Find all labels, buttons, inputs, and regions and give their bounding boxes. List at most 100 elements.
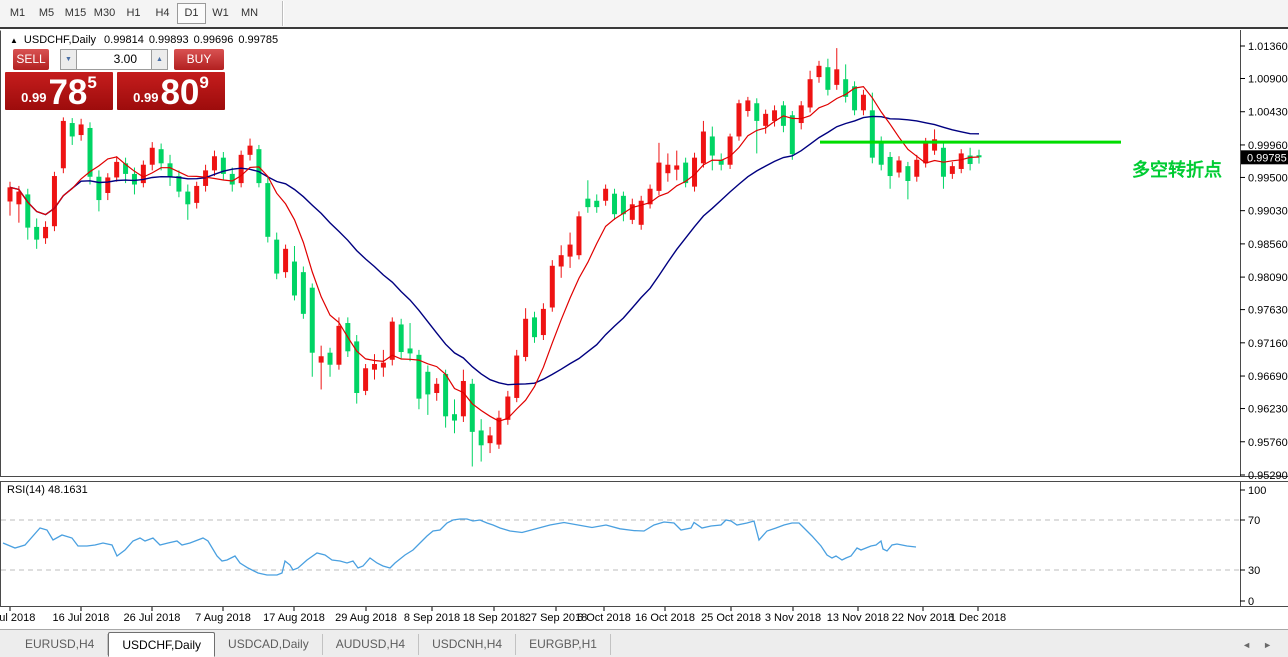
bullish-candle[interactable]: [505, 391, 510, 425]
fast-ma-line[interactable]: [10, 87, 979, 422]
volume-value-field[interactable]: 3.00: [77, 49, 151, 70]
bearish-candle[interactable]: [123, 158, 128, 183]
timeframe-button-M5[interactable]: M5: [32, 3, 61, 24]
bullish-candle[interactable]: [105, 173, 110, 200]
bullish-candle[interactable]: [808, 71, 813, 113]
bullish-candle[interactable]: [816, 61, 821, 83]
bearish-candle[interactable]: [870, 93, 875, 164]
bullish-candle[interactable]: [861, 90, 866, 115]
bullish-candle[interactable]: [319, 346, 324, 390]
symbol-tab-EURGBP[interactable]: EURGBP,H1: [516, 634, 611, 655]
bearish-candle[interactable]: [34, 218, 39, 248]
bullish-candle[interactable]: [43, 221, 48, 244]
bearish-candle[interactable]: [452, 399, 457, 433]
symbol-tab-USDCHF[interactable]: USDCHF,Daily: [108, 632, 215, 657]
bullish-candle[interactable]: [950, 162, 955, 179]
bullish-candle[interactable]: [799, 101, 804, 129]
bearish-candle[interactable]: [941, 144, 946, 189]
bearish-candle[interactable]: [843, 64, 848, 102]
bearish-candle[interactable]: [425, 365, 430, 414]
bearish-candle[interactable]: [719, 153, 724, 170]
bullish-candle[interactable]: [550, 260, 555, 312]
one-click-panel-toggle-icon[interactable]: ▲: [10, 36, 18, 45]
timeframe-button-D1[interactable]: D1: [177, 3, 206, 24]
bullish-candle[interactable]: [461, 370, 466, 422]
timeframe-button-M1[interactable]: M1: [3, 3, 32, 24]
bearish-candle[interactable]: [292, 246, 297, 300]
bearish-candle[interactable]: [274, 233, 279, 280]
symbol-tab-USDCAD[interactable]: USDCAD,Daily: [215, 634, 323, 655]
bearish-candle[interactable]: [905, 162, 910, 199]
bullish-candle[interactable]: [52, 172, 57, 231]
sell-button[interactable]: SELL: [13, 49, 49, 70]
bearish-candle[interactable]: [25, 189, 30, 240]
bullish-candle[interactable]: [648, 185, 653, 209]
bullish-candle[interactable]: [496, 411, 501, 449]
bearish-candle[interactable]: [328, 348, 333, 377]
bullish-candle[interactable]: [736, 100, 741, 141]
bearish-candle[interactable]: [612, 189, 617, 220]
bearish-candle[interactable]: [532, 312, 537, 343]
bullish-candle[interactable]: [248, 139, 253, 161]
bullish-candle[interactable]: [897, 156, 902, 177]
bearish-candle[interactable]: [159, 144, 164, 171]
symbol-tab-EURUSD[interactable]: EURUSD,H4: [12, 634, 108, 655]
bullish-candle[interactable]: [728, 134, 733, 169]
bearish-candle[interactable]: [354, 335, 359, 404]
symbol-tab-USDCNH[interactable]: USDCNH,H4: [419, 634, 516, 655]
bullish-candle[interactable]: [630, 199, 635, 224]
bullish-candle[interactable]: [488, 427, 493, 453]
bullish-candle[interactable]: [141, 160, 146, 187]
bullish-candle[interactable]: [834, 48, 839, 90]
timeframe-button-M15[interactable]: M15: [61, 3, 90, 24]
bearish-candle[interactable]: [408, 323, 413, 361]
bearish-candle[interactable]: [310, 283, 315, 376]
buy-button[interactable]: BUY: [174, 49, 224, 70]
bullish-candle[interactable]: [79, 119, 84, 141]
bullish-candle[interactable]: [363, 364, 368, 395]
bearish-candle[interactable]: [96, 170, 101, 211]
timeframe-button-MN[interactable]: MN: [235, 3, 264, 24]
bearish-candle[interactable]: [754, 98, 759, 153]
bearish-candle[interactable]: [585, 180, 590, 213]
timeframe-button-M30[interactable]: M30: [90, 3, 119, 24]
bullish-candle[interactable]: [8, 182, 13, 216]
bullish-candle[interactable]: [914, 155, 919, 182]
bearish-candle[interactable]: [710, 127, 715, 171]
bearish-candle[interactable]: [70, 118, 75, 145]
bullish-candle[interactable]: [763, 110, 768, 134]
bearish-candle[interactable]: [470, 379, 475, 467]
sell-price-button[interactable]: 0.99 78 5: [5, 72, 113, 110]
bearish-candle[interactable]: [825, 59, 830, 96]
bullish-candle[interactable]: [559, 245, 564, 278]
bullish-candle[interactable]: [576, 211, 581, 259]
bullish-candle[interactable]: [701, 121, 706, 168]
bullish-candle[interactable]: [603, 185, 608, 206]
bearish-candle[interactable]: [443, 370, 448, 428]
bearish-candle[interactable]: [221, 152, 226, 180]
bullish-candle[interactable]: [541, 303, 546, 340]
bullish-candle[interactable]: [959, 149, 964, 173]
bullish-candle[interactable]: [665, 153, 670, 181]
bullish-candle[interactable]: [381, 350, 386, 377]
bullish-candle[interactable]: [523, 308, 528, 361]
bearish-candle[interactable]: [176, 170, 181, 197]
timeframe-button-W1[interactable]: W1: [206, 3, 235, 24]
bearish-candle[interactable]: [968, 148, 973, 171]
bullish-candle[interactable]: [114, 156, 119, 181]
timeframe-button-H1[interactable]: H1: [119, 3, 148, 24]
volume-increase-icon[interactable]: ▲: [151, 49, 168, 70]
bullish-candle[interactable]: [434, 378, 439, 401]
timeframe-button-H4[interactable]: H4: [148, 3, 177, 24]
bullish-candle[interactable]: [514, 350, 519, 402]
bearish-candle[interactable]: [594, 194, 599, 212]
tab-scroll-right-icon[interactable]: ►: [1263, 640, 1272, 650]
bullish-candle[interactable]: [372, 354, 377, 379]
bullish-candle[interactable]: [390, 317, 395, 365]
bullish-candle[interactable]: [61, 117, 66, 173]
bullish-candle[interactable]: [639, 196, 644, 230]
buy-price-button[interactable]: 0.99 80 9: [117, 72, 225, 110]
bearish-candle[interactable]: [168, 155, 173, 186]
bearish-candle[interactable]: [265, 177, 270, 242]
bullish-candle[interactable]: [674, 151, 679, 181]
